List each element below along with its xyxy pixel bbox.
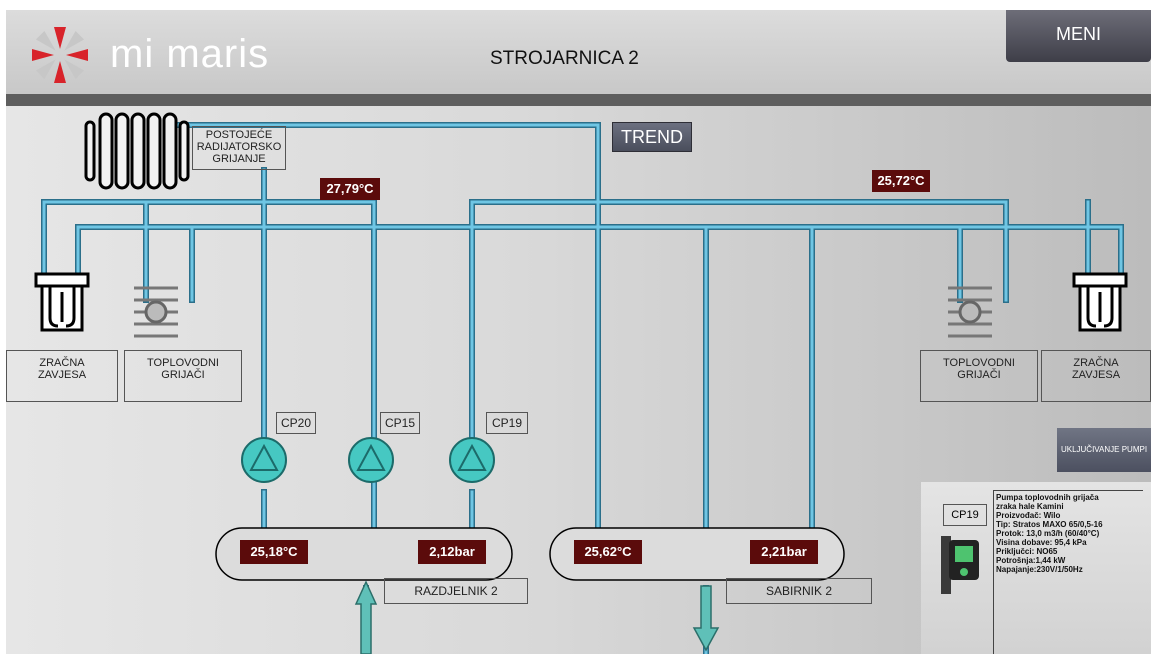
pump-cp20-icon [241,437,287,483]
pump-cp19-icon [449,437,495,483]
air-curtain-right-label: ZRAČNA ZAVJESA [1041,350,1151,402]
collector-label: SABIRNIK 2 [726,578,872,604]
pump-info-tag: CP19 [943,504,987,526]
trend-button[interactable]: TREND [612,122,692,152]
pump-info-text: Pumpa toplovodnih grijača zraka hale Kam… [993,490,1143,654]
heaters-left-label: TOPLOVODNI GRIJAČI [124,350,242,402]
flow-in-arrow-icon [354,580,378,654]
distributor-label: RAZDJELNIK 2 [384,578,528,604]
collector-pressure-value: 2,21bar [750,540,818,564]
heaters-right-label: TOPLOVODNI GRIJAČI [920,350,1038,402]
supply-temp-right-value: 25,72°C [872,170,930,192]
pump-info-panel: CP19 Pumpa toplovodnih grijača zraka hal… [921,482,1151,654]
air-curtain-icon-right [1072,272,1128,332]
air-curtain-left-label: ZRAČNA ZAVJESA [6,350,118,402]
radiator-icon [84,112,190,190]
heater-coil-icon-right [948,286,992,338]
pump-cp19-label: CP19 [486,412,528,434]
air-curtain-icon-left [34,272,90,332]
collector-temp-value: 25,62°C [574,540,642,564]
pump-switch-button[interactable]: UKLJUČIVANJE PUMPI [1057,428,1151,472]
pump-cp20-label: CP20 [276,412,316,434]
pump-cp15-icon [348,437,394,483]
flow-out-arrow-icon [692,585,720,652]
pump-photo-icon [941,536,979,594]
distributor-pressure-value: 2,12bar [418,540,486,564]
pump-cp15-label: CP15 [380,412,420,434]
scada-screen: mi maris STROJARNICA 2 MENI POSTOJEĆE RA… [6,10,1151,654]
supply-temp-left-value: 27,79°C [320,178,380,200]
distributor-temp-value: 25,18°C [240,540,308,564]
radiator-label: POSTOJEĆE RADIJATORSKO GRIJANJE [192,126,286,170]
heater-coil-icon-left [134,286,178,338]
